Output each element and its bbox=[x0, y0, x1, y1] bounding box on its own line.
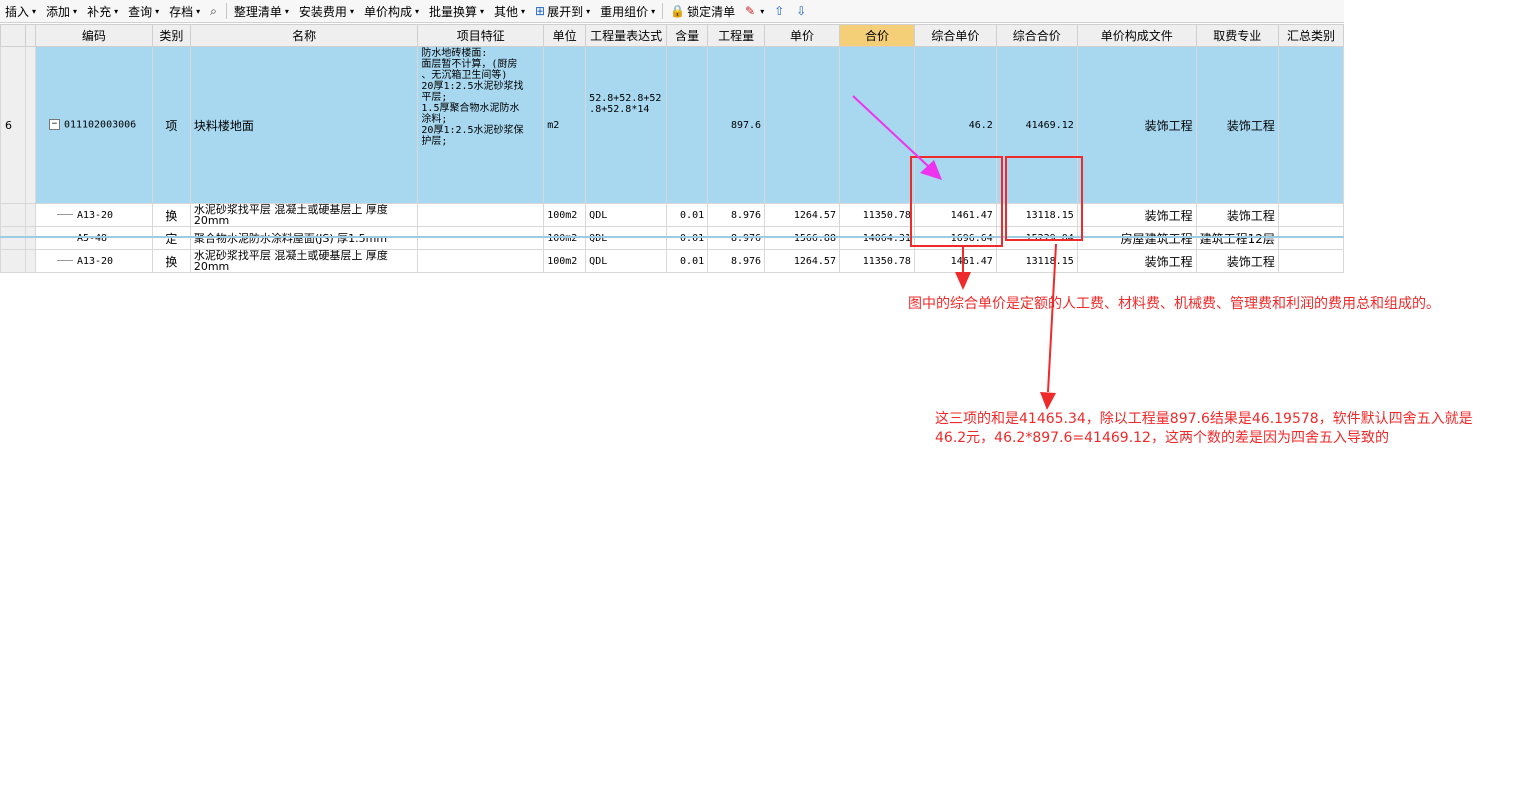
annotation-note-rounding-line1: 这三项的和是41465.34，除以工程量897.6结果是46.19578，软件默… bbox=[935, 411, 1473, 427]
red-arrow-2-head bbox=[1040, 392, 1056, 410]
magenta-arrow-line bbox=[852, 95, 929, 167]
red-arrow-2-line bbox=[1047, 243, 1057, 393]
magenta-arrow-head bbox=[920, 160, 942, 180]
annotation-arrows bbox=[852, 95, 1057, 410]
annotation-note-rounding-line2: 46.2元，46.2*897.6=41469.12，这两个数的差是因为四舍五入导… bbox=[935, 430, 1389, 446]
annotation-note-comp-unit-price: 图中的综合单价是定额的人工费、材料费、机械费、管理费和利润的费用总和组成的。 bbox=[908, 296, 1440, 312]
red-arrow-1-head bbox=[955, 272, 971, 290]
